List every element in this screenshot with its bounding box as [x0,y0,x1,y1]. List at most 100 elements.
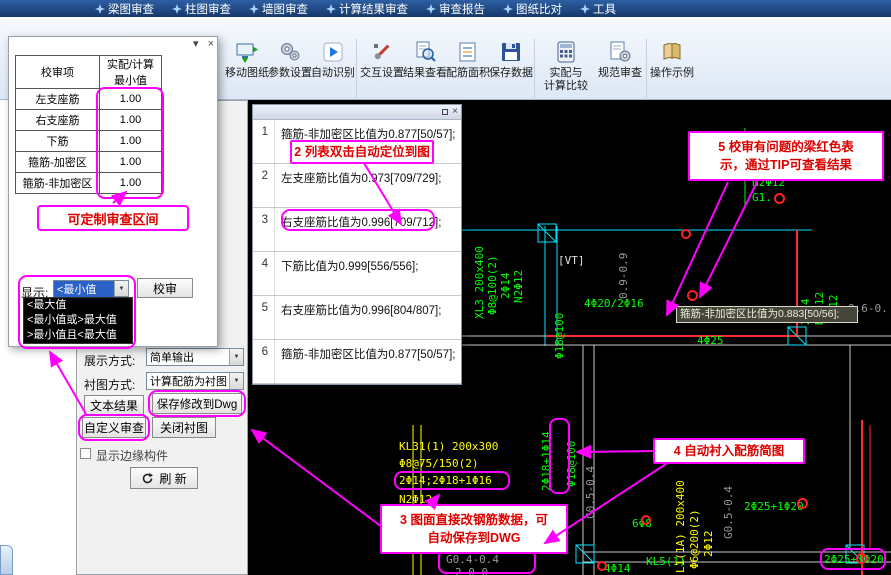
dropdown-icon[interactable]: ▾ [193,38,199,50]
value-cell[interactable]: 1.00 [100,110,162,131]
auto-recognize-button[interactable]: 自动识别 [311,40,355,80]
check-review-button[interactable]: 校审 [137,278,193,298]
row-number: 4 [253,252,275,295]
cad-tip-tooltip: 箍筋-非加密区比值为0.883[50/56]; [676,306,858,323]
gears-icon [278,40,302,64]
refresh-icon [141,472,154,485]
value-cell[interactable]: 1.00 [100,173,162,194]
show-mode-label: 展示方式: [84,352,135,369]
row-text: 左支座筋比值为0.973[709/729]; [275,164,441,207]
spec-review-button[interactable]: 规范审查 [598,40,642,80]
backdrop-mode-select[interactable]: 计算配筋为衬图▼ [146,372,244,390]
tab-label: 墙图审查 [262,1,308,17]
chevron-down-icon[interactable]: ▼ [229,373,243,389]
chevron-down-icon[interactable]: ▼ [114,281,128,296]
list-item[interactable]: 2左支座筋比值为0.973[709/729]; [253,164,461,208]
red-marker-circle [597,561,607,571]
doc-gear-icon [608,40,632,64]
book-icon [660,40,684,64]
close-icon[interactable]: × [208,38,214,50]
pin-icon[interactable] [442,109,448,115]
table-row: 下筋1.00 [16,131,162,152]
callout-5-red-beams-tip: 5 校审有问题的梁红色表 示，通过TIP可查看结果 [688,131,884,181]
backdrop-mode-value: 计算配筋为衬图 [147,373,229,389]
move-drawing-button[interactable]: 移动图纸 [225,40,269,80]
red-marker-circle [687,290,698,301]
value-cell[interactable]: 1.00 [100,152,162,173]
red-marker-circle [856,553,867,564]
rebar-area-button[interactable]: 配筋面积 [446,40,490,80]
star-icon [326,4,336,14]
red-marker-circle [681,229,691,239]
save-to-dwg-button[interactable]: 保存修改到Dwg [152,393,242,414]
button-label: 实配与 计算比较 [544,67,588,92]
chevron-down-icon[interactable]: ▼ [229,349,243,365]
tab-tools[interactable]: 工具 [571,0,625,17]
red-marker-circle [641,515,651,525]
display-dropdown-list: <最大值 <最小值或>最大值 >最小值且<最大值 [23,297,133,344]
star-icon [95,4,105,14]
example-button[interactable]: 操作示例 [650,40,694,80]
star-icon [426,4,436,14]
dropdown-option[interactable]: <最小值或>最大值 [24,313,132,328]
list-item[interactable]: 4下筋比值为0.999[556/556]; [253,252,461,296]
button-label: 移动图纸 [225,67,269,80]
tab-review-report[interactable]: 审查报告 [417,0,494,17]
row-number: 1 [253,120,275,163]
panel-titlebar[interactable]: × [253,105,461,120]
list-item[interactable]: 5右支座筋比值为0.996[804/807]; [253,296,461,340]
show-mode-select[interactable]: 简单输出▼ [146,348,244,366]
refresh-button[interactable]: 刷 新 [130,467,198,489]
row-text: 右支座筋比值为0.996[709/712]; [275,208,441,251]
tab-label: 梁图审查 [108,1,154,17]
dropdown-option[interactable]: >最小值且<最大值 [24,328,132,343]
item-cell: 下筋 [16,131,100,152]
item-cell: 箍筋-加密区 [16,152,100,173]
table-row: 右支座筋1.00 [16,110,162,131]
callout-4-auto-backdrop: 4 自动衬入配筋简图 [653,438,805,464]
list-item[interactable]: 6箍筋-非加密区比值为0.877[50/57]; [253,340,461,384]
close-backdrop-button[interactable]: 关闭衬图 [152,417,216,438]
save-data-button[interactable]: 保存数据 [489,40,533,80]
tab-calc-result-review[interactable]: 计算结果审查 [317,0,417,17]
close-icon[interactable]: × [452,106,458,117]
interactive-settings-button[interactable]: 交互设置 [360,40,404,80]
callout-2-list-doubleclick: 2 列表双击自动定位到图 [290,140,434,164]
red-marker-circle [797,498,808,509]
edge-member-checkbox[interactable] [80,448,91,459]
value-cell[interactable]: 1.00 [100,131,162,152]
display-value: <最小值 [54,281,114,297]
star-icon [580,4,590,14]
app-window: 梁图审查 柱图审查 墙图审查 计算结果审查 审查报告 图纸比对 工具 移动图纸 … [0,0,891,575]
text-result-button[interactable]: 文本结果 [84,395,144,415]
list-item[interactable]: 3右支座筋比值为0.996[709/712]; [253,208,461,252]
item-cell: 左支座筋 [16,89,100,110]
row-number: 5 [253,296,275,339]
magnifier-doc-icon [413,40,437,64]
custom-review-button[interactable]: 自定义审查 [82,417,146,438]
review-items-table: 校审项实配/计算 最小值 左支座筋1.00 右支座筋1.00 下筋1.00 箍筋… [15,55,162,194]
row-text: 箍筋-非加密区比值为0.877[50/57]; [275,340,455,383]
tab-drawing-compare[interactable]: 图纸比对 [494,0,571,17]
star-icon [503,4,513,14]
dropdown-option[interactable]: <最大值 [24,298,132,313]
button-label: 保存数据 [489,67,533,80]
menu-bar: 梁图审查 柱图审查 墙图审查 计算结果审查 审查报告 图纸比对 工具 [0,0,891,17]
rebar-doc-icon [456,40,480,64]
button-label: 结果查看 [403,67,447,80]
tab-column-review[interactable]: 柱图审查 [163,0,240,17]
row-number: 2 [253,164,275,207]
tab-label: 工具 [593,1,616,17]
param-settings-button[interactable]: 参数设置 [268,40,312,80]
compare-actual-calc-button[interactable]: 实配与 计算比较 [538,40,594,92]
value-cell[interactable]: 1.00 [100,89,162,110]
move-drawing-icon [235,40,259,64]
table-row: 箍筋-加密区1.00 [16,152,162,173]
note-custom-range: 可定制审查区间 [37,205,189,231]
table-row: 箍筋-非加密区1.00 [16,173,162,194]
tab-beam-review[interactable]: 梁图审查 [86,0,163,17]
item-cell: 右支座筋 [16,110,100,131]
display-select[interactable]: <最小值▼ [53,280,129,297]
tab-wall-review[interactable]: 墙图审查 [240,0,317,17]
result-view-button[interactable]: 结果查看 [403,40,447,80]
